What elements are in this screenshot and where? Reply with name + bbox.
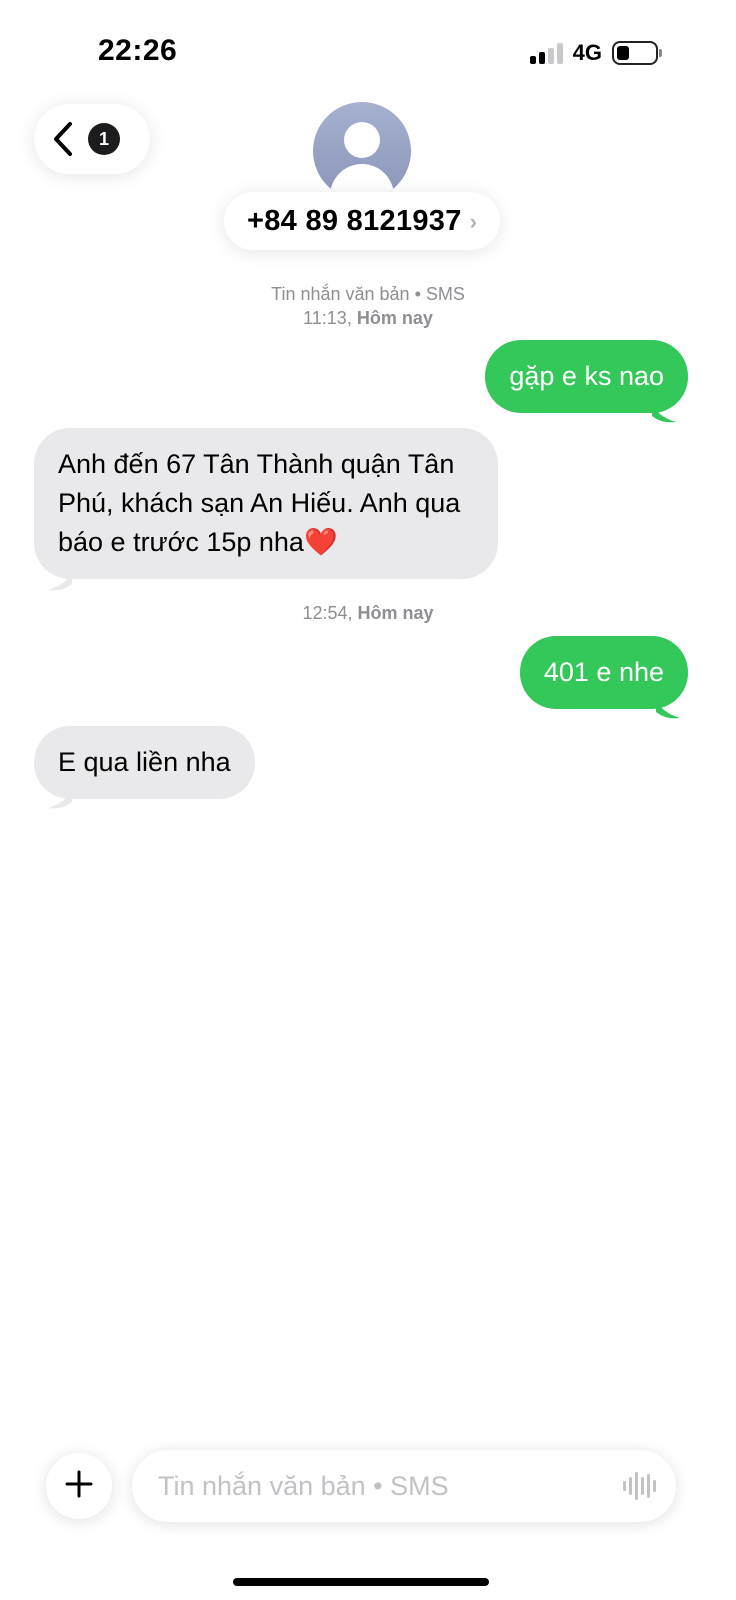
home-indicator[interactable] (233, 1578, 489, 1586)
unread-count-badge: 1 (88, 123, 120, 155)
timestamp: 12:54, Hôm nay (302, 603, 434, 623)
status-indicators: 4G (529, 40, 662, 66)
message-composer (132, 1450, 676, 1522)
contact-name-button[interactable]: +84 89 8121937 › (224, 192, 500, 250)
messages-screen: 22:26 4G 1 +84 89 8121937 › Tin nhắn văn… (0, 0, 736, 1600)
bubble-tail-icon (652, 402, 676, 423)
bubble-tail-icon (656, 698, 680, 719)
chevron-right-icon: › (469, 209, 477, 234)
contact-avatar[interactable] (313, 102, 411, 200)
waveform-icon[interactable] (623, 1472, 656, 1500)
service-label: Tin nhắn văn bản • SMS (271, 284, 465, 304)
chevron-left-icon (52, 121, 74, 157)
contact-name: +84 89 8121937 (247, 204, 462, 237)
incoming-message-bubble[interactable]: Anh đến 67 Tân Thành quận Tân Phú, khách… (34, 428, 498, 579)
timestamp: 11:13, Hôm nay (303, 308, 433, 328)
bubble-tail-icon (48, 788, 72, 809)
plus-icon (65, 1470, 93, 1503)
message-input[interactable] (158, 1470, 623, 1502)
add-attachment-button[interactable] (46, 1453, 112, 1519)
back-button[interactable]: 1 (34, 104, 150, 174)
status-time: 22:26 (98, 34, 178, 67)
battery-icon (612, 41, 662, 65)
cellular-signal-icon (529, 42, 563, 64)
bubble-tail-icon (48, 570, 72, 591)
network-type: 4G (572, 40, 602, 65)
